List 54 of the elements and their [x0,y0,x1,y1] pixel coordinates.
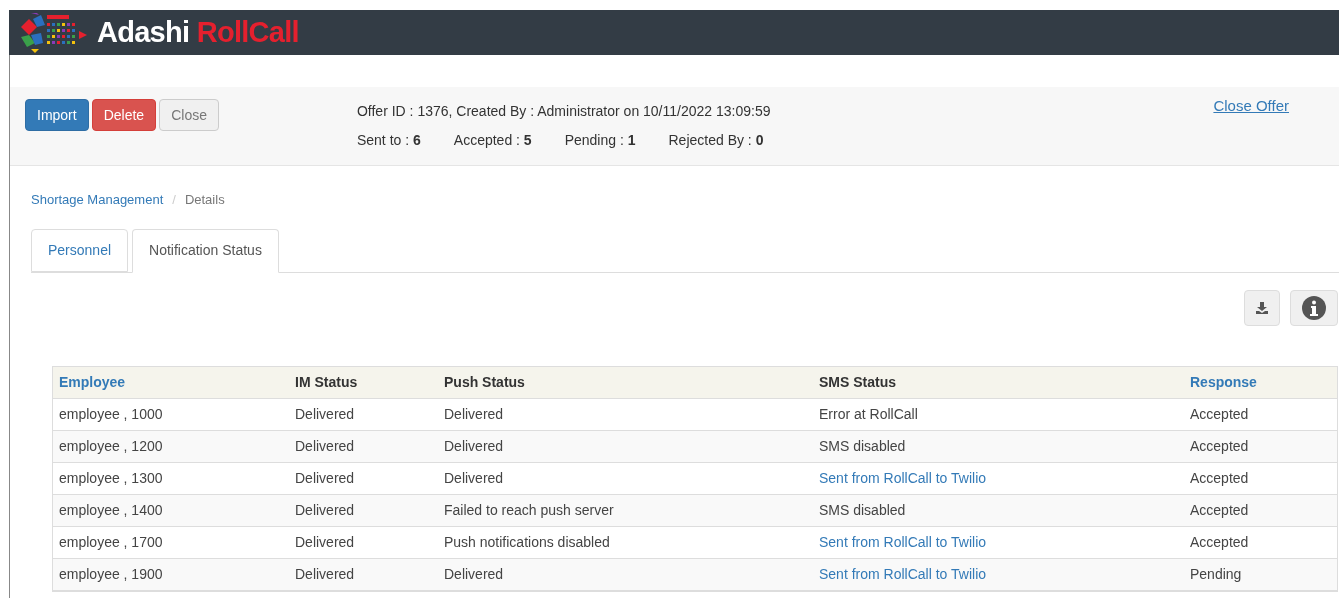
table-cell: Pending [1190,565,1242,582]
table-cell: Delivered [444,565,504,582]
status-link[interactable]: Sent from RollCall to Twilio [819,469,987,486]
breadcrumb-separator: / [172,191,176,209]
table-cell: employee , 1000 [59,405,163,422]
column-header[interactable]: Employee [53,371,289,393]
status-link[interactable]: Sent from RollCall to Twilio [819,565,987,582]
table-cell: SMS disabled [819,437,906,454]
table-cell: Delivered [295,533,355,550]
table-cell: Delivered [295,501,355,518]
table-cell: Delivered [444,469,504,486]
table-cell: Push notifications disabled [444,533,610,550]
table-cell: Error at RollCall [819,405,918,422]
table-cell: Delivered [444,437,504,454]
toolbar-button[interactable]: Import [25,99,89,131]
column-header: SMS Status [818,372,897,392]
offer-stat: Accepted : 5 [453,131,532,150]
table-cell: Delivered [295,469,355,486]
download-icon [1256,301,1268,314]
column-header: Push Status [443,372,526,392]
table-cell: employee , 1200 [59,437,163,454]
table-cell: SMS disabled [819,501,906,518]
toolbar-button[interactable]: Close [159,99,219,131]
info-button[interactable] [1290,289,1338,326]
table-cell: Delivered [295,565,355,582]
table-cell: Delivered [295,437,355,454]
table-cell: Delivered [444,405,504,422]
column-header[interactable]: Response [1184,371,1337,393]
table-cell: Accepted [1190,501,1249,518]
status-link[interactable]: Sent from RollCall to Twilio [819,533,987,550]
close-offer-link[interactable]: Close Offer [1213,95,1289,118]
offer-stat: Sent to : 6 [356,131,421,150]
offer-stat: Pending : 1 [564,131,636,150]
app-title: Adashi RollCall [97,18,299,47]
table-cell: Accepted [1190,533,1249,550]
table-cell: Accepted [1190,437,1249,454]
offer-info: Offer ID : 1376, Created By : Administrator on 10/11/2022 13:09:59 [356,102,771,121]
table-cell: Delivered [295,405,355,422]
column-header: IM Status [294,372,359,392]
table-cell: employee , 1400 [59,501,163,518]
download-button[interactable] [1244,289,1280,326]
table-cell: Accepted [1190,469,1249,486]
table-cell: employee , 1900 [59,565,163,582]
toolbar-button[interactable]: Delete [91,99,157,131]
breadcrumb-item[interactable]: Shortage Management [31,190,164,210]
table-cell: employee , 1700 [59,533,163,550]
info-icon [1302,295,1326,320]
tab[interactable]: Personnel [31,228,129,272]
breadcrumb-item: Details [184,191,225,209]
offer-stat: Rejected By : 0 [668,131,764,150]
table-cell: Failed to reach push server [444,501,614,518]
tab[interactable]: Notification Status [132,228,279,273]
table-cell: Accepted [1190,405,1249,422]
table-cell: employee , 1300 [59,469,163,486]
